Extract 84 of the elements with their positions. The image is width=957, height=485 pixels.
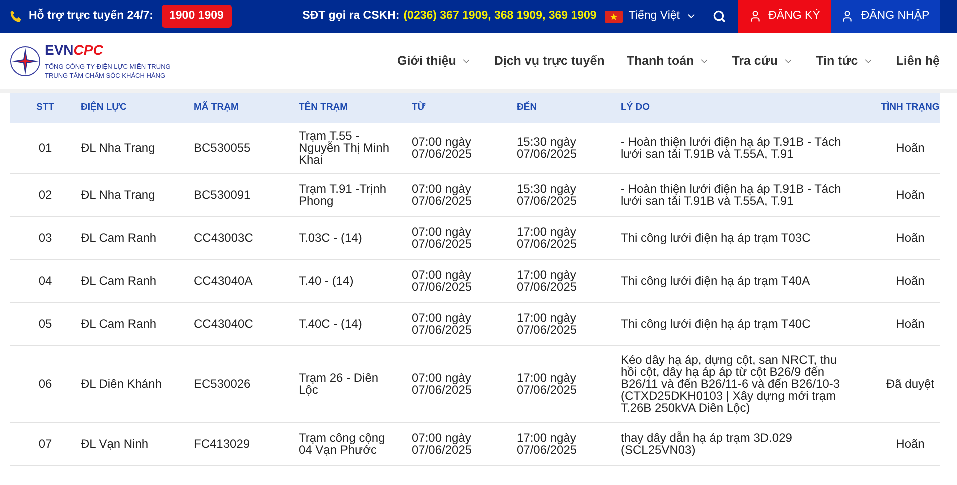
table-cell-text: 17:00 ngày 07/06/2025	[517, 226, 578, 250]
nav-link[interactable]: Dịch vụ trực tuyến	[494, 52, 605, 70]
table-cell-text: 15:30 ngày 07/06/2025	[517, 183, 578, 207]
table-cell-text: Trạm T.55 - Nguyễn Thị Minh Khai	[299, 130, 390, 166]
column-header: TÌNH TRẠNG	[881, 100, 940, 115]
table-cell-text: 07:00 ngày 07/06/2025	[412, 226, 474, 250]
table-cell-text: 17:00 ngày 07/06/2025	[517, 269, 578, 293]
table-cell-text: ĐL Cam Ranh	[81, 273, 158, 290]
table-cell-text: 05	[38, 316, 52, 333]
table-cell-text: 07:00 ngày 07/06/2025	[412, 136, 474, 160]
table-cell-text: CC43040C	[194, 316, 254, 333]
logo-icon	[10, 46, 41, 76]
table-cell-text: Hoãn	[896, 187, 925, 204]
table-cell-text: ĐL Cam Ranh	[81, 230, 158, 247]
table-cell-text: Kéo dây hạ áp, dựng cột, san NRCT, thu hồi cột, dây hạ áp áp từ cột B26/9 đến B26/11 và đến B26/11-6 và đến B26/10-3 (CTXD25DKH0103 | Xây dựng mới trạm T.26B 250kVA Diên Lộc)	[621, 354, 842, 414]
table-cell-text: Trạm 26 - Diên Lộc	[299, 372, 380, 396]
table-cell-text: thay dây dẫn hạ áp trạm 3D.029 (SCL25VN03)	[621, 432, 794, 456]
table-cell-text: T.03C - (14)	[299, 232, 364, 244]
table-cell-text: Hoãn	[896, 140, 925, 157]
table-cell-text: 17:00 ngày 07/06/2025	[517, 432, 578, 456]
table-cell-text: Thi công lưới điện hạ áp trạm T40C	[621, 318, 812, 330]
table-cell-text: ĐL Nha Trang	[81, 140, 156, 157]
column-header: TÊN TRẠM	[299, 100, 350, 115]
table-cell-text: 07:00 ngày 07/06/2025	[412, 372, 474, 396]
table-cell-text: BC530091	[194, 187, 252, 204]
table-cell-text: Hoãn	[896, 316, 925, 333]
table-cell-text: 01	[38, 140, 52, 157]
hotline-badge[interactable]: 1900 1909	[162, 4, 232, 28]
table-cell-text: 04	[38, 273, 52, 290]
table-cell-text: ĐL Diên Khánh	[81, 376, 163, 393]
table-cell-text: CC43003C	[194, 230, 254, 247]
search-icon[interactable]	[713, 10, 726, 23]
vietnam-flag-icon	[604, 10, 623, 22]
column-header: ĐẾN	[517, 100, 538, 115]
table-cell-text: 02	[38, 187, 52, 204]
cskh-label: SĐT gọi ra CSKH:	[302, 8, 400, 24]
table-cell-text: - Hoàn thiện lưới điện hạ áp T.91B - Tách lưới san tải T.91B và T.55A, T.91	[621, 136, 842, 160]
phone-icon	[10, 10, 23, 23]
table-cell-text: T.40C - (14)	[299, 318, 364, 330]
table-cell-text: ĐL Vạn Ninh	[81, 436, 150, 453]
register-button[interactable]: ĐĂNG KÝ	[738, 0, 831, 33]
table-cell-text: Hoãn	[896, 230, 925, 247]
table-cell-text: - Hoàn thiện lưới điện hạ áp T.91B - Tách lưới san tải T.91B và T.55A, T.91	[621, 183, 842, 207]
nav-link[interactable]: Tra cứu	[732, 52, 794, 70]
table-cell-text: 07:00 ngày 07/06/2025	[412, 312, 474, 336]
support-label: Hỗ trợ trực tuyến 24/7:	[29, 8, 154, 24]
table-cell-text: 03	[38, 230, 52, 247]
brand-logo: EVNCPC	[45, 42, 104, 58]
table-cell-text: Thi công lưới điện hạ áp trạm T03C	[621, 232, 812, 244]
user-icon	[748, 10, 762, 23]
table-cell-text: Trạm công cộng 04 Vạn Phước	[299, 432, 386, 456]
table-cell-text: ĐL Cam Ranh	[81, 316, 158, 333]
table-cell-text: CC43040A	[194, 273, 254, 290]
table-cell-text: 07:00 ngày 07/06/2025	[412, 432, 474, 456]
language-select[interactable]: Tiếng Việt	[628, 8, 697, 26]
nav-link[interactable]: Tin tức	[816, 52, 874, 70]
cskh-numbers: (0236) 367 1909, 368 1909, 369 1909	[404, 8, 597, 24]
column-header: TỪ	[412, 100, 427, 115]
table-cell-text: 17:00 ngày 07/06/2025	[517, 312, 578, 336]
table-cell-text: Hoãn	[896, 436, 925, 453]
table-cell-text: 07	[38, 436, 52, 453]
column-header: LÝ DO	[621, 100, 652, 115]
column-header: ĐIỆN LỰC	[81, 100, 128, 115]
table-cell-text: ĐL Nha Trang	[81, 187, 156, 204]
table-cell-text: FC413029	[194, 436, 252, 453]
login-button[interactable]: ĐĂNG NHẬP	[831, 0, 940, 33]
table-cell-text: 17:00 ngày 07/06/2025	[517, 372, 578, 396]
nav-link[interactable]: Liên hệ	[896, 52, 940, 70]
table-cell-text: Hoãn	[896, 273, 925, 290]
column-header: STT	[36, 100, 54, 115]
column-header: MÃ TRẠM	[194, 100, 240, 115]
table-cell-text: 07:00 ngày 07/06/2025	[412, 183, 474, 207]
table-cell-text: 15:30 ngày 07/06/2025	[517, 136, 578, 160]
table-cell-text: BC530055	[194, 140, 252, 157]
nav-link[interactable]: Giới thiệu	[397, 52, 472, 70]
user-icon	[841, 10, 854, 23]
table-cell-text: Thi công lưới điện hạ áp trạm T40A	[621, 275, 812, 287]
table-cell-text: Đã duyệt	[886, 376, 935, 393]
nav-link[interactable]: Thanh toán	[626, 52, 710, 70]
table-cell-text: EC530026	[194, 376, 252, 393]
table-cell-text: Trạm T.91 -Trịnh Phong	[299, 183, 388, 207]
table-cell-text: 06	[38, 376, 52, 393]
table-cell-text: T.40 - (14)	[299, 275, 355, 287]
table-cell-text: 07:00 ngày 07/06/2025	[412, 269, 474, 293]
